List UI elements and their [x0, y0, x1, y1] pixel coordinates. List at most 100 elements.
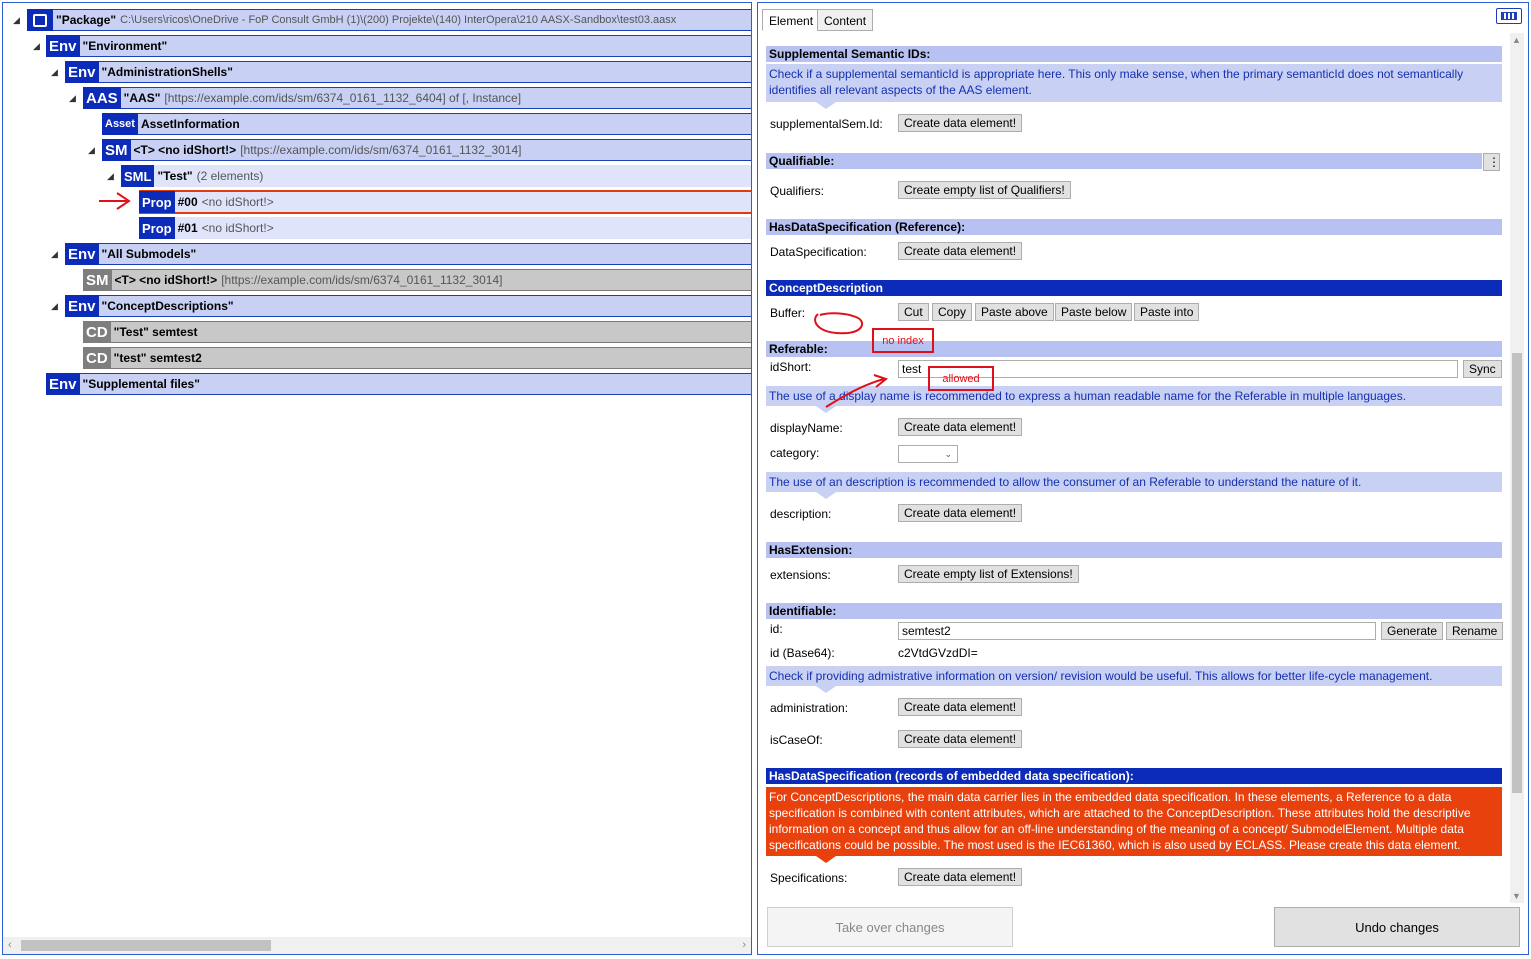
hint-administration: Check if providing admistrative informat…: [766, 666, 1502, 693]
submodel-icon: SM: [83, 269, 112, 291]
env-icon: Env: [65, 295, 99, 317]
more-options-icon[interactable]: ⋮: [1483, 153, 1500, 171]
chevron-down-icon: ⌄: [944, 449, 952, 459]
undo-changes-button[interactable]: Undo changes: [1274, 907, 1520, 947]
tree-node-environment[interactable]: Env "Environment": [46, 35, 751, 57]
env-icon: Env: [65, 243, 99, 265]
idshort-label: idShort:: [770, 360, 812, 374]
create-display-name-button[interactable]: Create data element!: [898, 418, 1023, 436]
collapse-icon[interactable]: ◢: [88, 145, 95, 156]
tree-node-cd-test[interactable]: CD "Test" semtest: [83, 321, 751, 343]
create-extensions-button[interactable]: Create empty list of Extensions!: [898, 565, 1079, 583]
scroll-down-icon[interactable]: ▼: [1512, 891, 1521, 901]
vertical-scrollbar[interactable]: ▲ ▼: [1510, 33, 1524, 903]
tree-node-all-submodels[interactable]: Env "All Submodels": [65, 243, 751, 265]
annotation-ellipse-icon: [814, 312, 864, 335]
create-qualifiers-button[interactable]: Create empty list of Qualifiers!: [898, 181, 1071, 199]
annotation-arrow-icon: [825, 374, 889, 408]
collapse-icon[interactable]: ◢: [69, 93, 76, 104]
tab-element[interactable]: Element: [762, 9, 821, 31]
submodel-icon: SM: [102, 139, 131, 161]
supplemental-semid-label: supplementalSem.Id:: [770, 117, 883, 131]
section-header-qualifiable: Qualifiable:: [766, 153, 1482, 169]
section-header-has-data-specification: HasDataSpecification (Reference):: [766, 219, 1502, 235]
prop-icon: Prop: [139, 191, 175, 213]
scrollbar-thumb[interactable]: [1512, 353, 1522, 793]
administration-label: administration:: [770, 701, 849, 715]
generate-button[interactable]: Generate: [1381, 622, 1444, 640]
hint-supplemental: Check if a supplemental semanticId is ap…: [766, 64, 1502, 109]
tree-node-package[interactable]: "Package" C:\Users\ricos\OneDrive - FoP …: [27, 9, 751, 31]
hint-embedded-data-specification: For ConceptDescriptions, the main data c…: [766, 787, 1502, 863]
scroll-right-icon[interactable]: ›: [742, 939, 746, 951]
element-editor-panel: Element Content Supplemental Semantic ID…: [757, 2, 1529, 955]
id-base64-label: id (Base64):: [770, 646, 835, 660]
annotation-arrow-icon: [99, 192, 131, 210]
cut-button[interactable]: Cut: [898, 303, 929, 321]
rename-button[interactable]: Rename: [1446, 622, 1504, 640]
tree-node-submodel[interactable]: SM <T> <no idShort!> [https://example.co…: [102, 139, 751, 161]
tree-node-cd-test2[interactable]: CD "test" semtest2: [83, 347, 751, 369]
is-case-of-label: isCaseOf:: [770, 733, 823, 747]
buffer-label: Buffer:: [770, 306, 806, 320]
section-header-supplemental-semantic-ids: Supplemental Semantic IDs:: [766, 46, 1502, 62]
paste-below-button[interactable]: Paste below: [1055, 303, 1133, 321]
scrollbar-thumb[interactable]: [21, 940, 271, 951]
paste-above-button[interactable]: Paste above: [975, 303, 1054, 321]
scroll-up-icon[interactable]: ▲: [1512, 35, 1521, 45]
paste-into-button[interactable]: Paste into: [1134, 303, 1200, 321]
id-input[interactable]: semtest2: [898, 622, 1376, 640]
horizontal-scrollbar[interactable]: ‹ ›: [3, 937, 751, 954]
category-select[interactable]: ⌄: [898, 445, 958, 463]
aas-tree-panel[interactable]: ◢ "Package" C:\Users\ricos\OneDrive - Fo…: [2, 2, 752, 955]
aas-icon: AAS: [83, 87, 121, 109]
qualifiers-label: Qualifiers:: [770, 184, 825, 198]
tree-node-submodel-all[interactable]: SM <T> <no idShort!> [https://example.co…: [83, 269, 751, 291]
tree-node-prop-01[interactable]: Prop #01 <no idShort!>: [139, 217, 751, 239]
collapse-icon[interactable]: ◢: [51, 67, 58, 78]
tree-node-prop-00[interactable]: Prop #00 <no idShort!>: [139, 190, 751, 214]
collapse-icon[interactable]: ◢: [33, 41, 40, 52]
section-header-has-extension: HasExtension:: [766, 542, 1502, 558]
annotation-no-index: no index: [872, 328, 934, 353]
create-supplemental-semid-button[interactable]: Create data element!: [898, 114, 1023, 132]
create-specifications-button[interactable]: Create data element!: [898, 868, 1023, 886]
tree-node-sml[interactable]: SML "Test" (2 elements): [121, 165, 751, 187]
description-label: description:: [770, 507, 832, 521]
tab-content[interactable]: Content: [817, 9, 874, 31]
env-icon: Env: [46, 373, 80, 395]
tree-node-supplemental-files[interactable]: Env "Supplemental files": [46, 373, 751, 395]
tree-node-asset-information[interactable]: Asset AssetInformation: [102, 113, 751, 135]
create-description-button[interactable]: Create data element!: [898, 504, 1023, 522]
id-label: id:: [770, 622, 783, 636]
data-specification-label: DataSpecification:: [770, 245, 867, 259]
section-header-identifiable: Identifiable:: [766, 603, 1502, 619]
extensions-label: extensions:: [770, 568, 831, 582]
collapse-icon[interactable]: ◢: [107, 171, 114, 182]
create-is-case-of-button[interactable]: Create data element!: [898, 730, 1023, 748]
cd-icon: CD: [83, 347, 111, 369]
package-icon: [27, 9, 53, 31]
tree-node-aas[interactable]: AAS "AAS" [https://example.com/ids/sm/63…: [83, 87, 751, 109]
specifications-label: Specifications:: [770, 871, 848, 885]
scroll-left-icon[interactable]: ‹: [8, 939, 12, 951]
hint-description: The use of an description is recommended…: [766, 472, 1502, 499]
collapse-icon[interactable]: ◢: [51, 249, 58, 260]
copy-button[interactable]: Copy: [932, 303, 973, 321]
create-administration-button[interactable]: Create data element!: [898, 698, 1023, 716]
tree-node-administration-shells[interactable]: Env "AdministrationShells": [65, 61, 751, 83]
collapse-icon[interactable]: ◢: [13, 15, 20, 26]
take-over-changes-button[interactable]: Take over changes: [767, 907, 1013, 947]
section-header-embedded-data-specification: HasDataSpecification (records of embedde…: [766, 768, 1502, 784]
asset-icon: Asset: [102, 113, 138, 135]
tree-node-concept-descriptions[interactable]: Env "ConceptDescriptions": [65, 295, 751, 317]
sml-icon: SML: [121, 165, 155, 187]
section-header-concept-description: ConceptDescription: [766, 280, 1502, 296]
sync-button[interactable]: Sync: [1463, 360, 1502, 378]
keyboard-icon[interactable]: [1496, 8, 1522, 24]
create-data-specification-button[interactable]: Create data element!: [898, 242, 1023, 260]
prop-icon: Prop: [139, 217, 175, 239]
collapse-icon[interactable]: ◢: [51, 301, 58, 312]
annotation-allowed: allowed: [928, 366, 994, 391]
env-icon: Env: [46, 35, 80, 57]
